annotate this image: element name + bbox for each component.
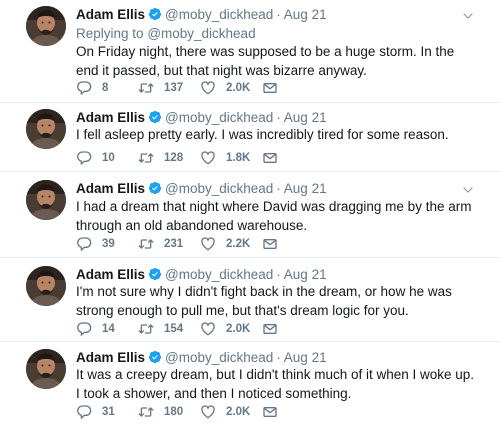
retweet-icon bbox=[138, 80, 154, 96]
reply-count: 31 bbox=[102, 406, 115, 418]
tweet-date[interactable]: Aug 21 bbox=[284, 110, 327, 125]
heart-icon bbox=[200, 236, 216, 252]
message-button[interactable] bbox=[262, 80, 278, 96]
retweet-count: 231 bbox=[164, 238, 184, 250]
tweet[interactable]: Adam Ellis @moby_dickhead · Aug 21 I'm not … bbox=[0, 258, 500, 342]
message-button[interactable] bbox=[262, 150, 278, 166]
separator-dot: · bbox=[276, 267, 281, 282]
author-handle[interactable]: @moby_dickhead bbox=[165, 267, 273, 282]
tweet-text: I had a dream that night where David was… bbox=[76, 199, 472, 233]
tweet[interactable]: Adam Ellis @moby_dickhead · Aug 21 Replying… bbox=[0, 0, 500, 95]
reply-button[interactable]: 14 bbox=[76, 321, 115, 337]
heart-icon bbox=[200, 404, 216, 420]
tweet-date[interactable]: Aug 21 bbox=[284, 267, 327, 282]
envelope-icon bbox=[262, 236, 278, 252]
message-button[interactable] bbox=[262, 321, 278, 337]
tweet[interactable]: Adam Ellis @moby_dickhead · Aug 21 I fell a… bbox=[0, 103, 500, 173]
like-count: 2.0K bbox=[226, 82, 251, 94]
heart-icon bbox=[200, 321, 216, 337]
reply-button[interactable]: 39 bbox=[76, 236, 115, 252]
tweet-text: It was a creepy dream, but I didn't thin… bbox=[76, 367, 475, 401]
message-button[interactable] bbox=[262, 404, 278, 420]
envelope-icon bbox=[262, 150, 278, 166]
like-button[interactable]: 2.2K bbox=[200, 236, 250, 252]
reply-count: 10 bbox=[102, 152, 115, 164]
retweet-icon bbox=[138, 150, 154, 166]
tweet-header: Adam Ellis @moby_dickhead · Aug 21 bbox=[76, 7, 327, 25]
retweet-count: 128 bbox=[164, 152, 184, 164]
tweet[interactable]: Adam Ellis @moby_dickhead · Aug 21 It was a… bbox=[0, 342, 500, 424]
author-name[interactable]: Adam Ellis bbox=[76, 350, 145, 365]
heart-icon bbox=[200, 150, 216, 166]
reply-icon bbox=[76, 80, 92, 96]
envelope-icon bbox=[262, 321, 278, 337]
avatar[interactable] bbox=[26, 6, 66, 46]
author-handle[interactable]: @moby_dickhead bbox=[165, 110, 273, 125]
reply-icon bbox=[76, 404, 92, 420]
avatar[interactable] bbox=[26, 109, 66, 149]
like-button[interactable]: 1.8K bbox=[200, 150, 250, 166]
reply-icon bbox=[76, 236, 92, 252]
retweet-count: 137 bbox=[164, 82, 184, 94]
envelope-icon bbox=[262, 80, 278, 96]
tweet-text: I fell asleep pretty early. I was incred… bbox=[76, 127, 449, 142]
retweet-count: 154 bbox=[164, 323, 184, 335]
author-handle[interactable]: @moby_dickhead bbox=[165, 350, 273, 365]
envelope-icon bbox=[262, 404, 278, 420]
separator-dot: · bbox=[276, 350, 281, 365]
author-handle[interactable]: @moby_dickhead bbox=[165, 181, 273, 196]
retweet-icon bbox=[138, 321, 154, 337]
tweet[interactable]: Adam Ellis @moby_dickhead · Aug 21 I had a … bbox=[0, 172, 500, 257]
retweet-button[interactable]: 180 bbox=[138, 404, 183, 420]
author-name[interactable]: Adam Ellis bbox=[76, 110, 145, 125]
replying-to: Replying to @moby_dickhead bbox=[76, 26, 256, 41]
avatar[interactable] bbox=[26, 266, 66, 306]
like-count: 2.2K bbox=[226, 238, 251, 250]
avatar[interactable] bbox=[26, 349, 66, 389]
author-handle[interactable]: @moby_dickhead bbox=[165, 7, 273, 22]
tweet-text: On Friday night, there was supposed to b… bbox=[76, 44, 455, 78]
avatar[interactable] bbox=[26, 180, 66, 220]
like-button[interactable]: 2.0K bbox=[200, 80, 250, 96]
retweet-button[interactable]: 154 bbox=[138, 321, 183, 337]
chevron-down-icon[interactable] bbox=[462, 9, 474, 21]
separator-dot: · bbox=[276, 7, 281, 22]
verified-badge-icon bbox=[148, 7, 162, 25]
retweet-button[interactable]: 231 bbox=[138, 236, 183, 252]
message-button[interactable] bbox=[262, 236, 278, 252]
retweet-count: 180 bbox=[164, 406, 184, 418]
tweet-date[interactable]: Aug 21 bbox=[284, 7, 327, 22]
like-button[interactable]: 2.0K bbox=[200, 321, 250, 337]
reply-icon bbox=[76, 150, 92, 166]
like-count: 2.0K bbox=[226, 323, 251, 335]
reply-button[interactable]: 31 bbox=[76, 404, 115, 420]
author-name[interactable]: Adam Ellis bbox=[76, 267, 145, 282]
author-name[interactable]: Adam Ellis bbox=[76, 181, 145, 196]
reply-count: 14 bbox=[102, 323, 115, 335]
tweet-text: I'm not sure why I didn't fight back in … bbox=[76, 284, 452, 318]
reply-count: 39 bbox=[102, 238, 115, 250]
separator-dot: · bbox=[276, 181, 281, 196]
heart-icon bbox=[200, 80, 216, 96]
reply-button[interactable]: 8 bbox=[76, 80, 108, 96]
tweet-date[interactable]: Aug 21 bbox=[284, 181, 327, 196]
replying-to-handle[interactable]: @moby_dickhead bbox=[147, 26, 255, 41]
retweet-icon bbox=[138, 404, 154, 420]
replying-to-label: Replying to bbox=[76, 26, 144, 41]
retweet-icon bbox=[138, 236, 154, 252]
separator-dot: · bbox=[276, 110, 281, 125]
retweet-button[interactable]: 137 bbox=[138, 80, 183, 96]
reply-count: 8 bbox=[102, 82, 109, 94]
retweet-button[interactable]: 128 bbox=[138, 150, 183, 166]
reply-button[interactable]: 10 bbox=[76, 150, 115, 166]
author-name[interactable]: Adam Ellis bbox=[76, 7, 145, 22]
like-count: 2.0K bbox=[226, 406, 251, 418]
like-button[interactable]: 2.0K bbox=[200, 404, 250, 420]
like-count: 1.8K bbox=[226, 152, 251, 164]
reply-icon bbox=[76, 321, 92, 337]
tweet-date[interactable]: Aug 21 bbox=[284, 350, 327, 365]
chevron-down-icon[interactable] bbox=[462, 183, 474, 195]
